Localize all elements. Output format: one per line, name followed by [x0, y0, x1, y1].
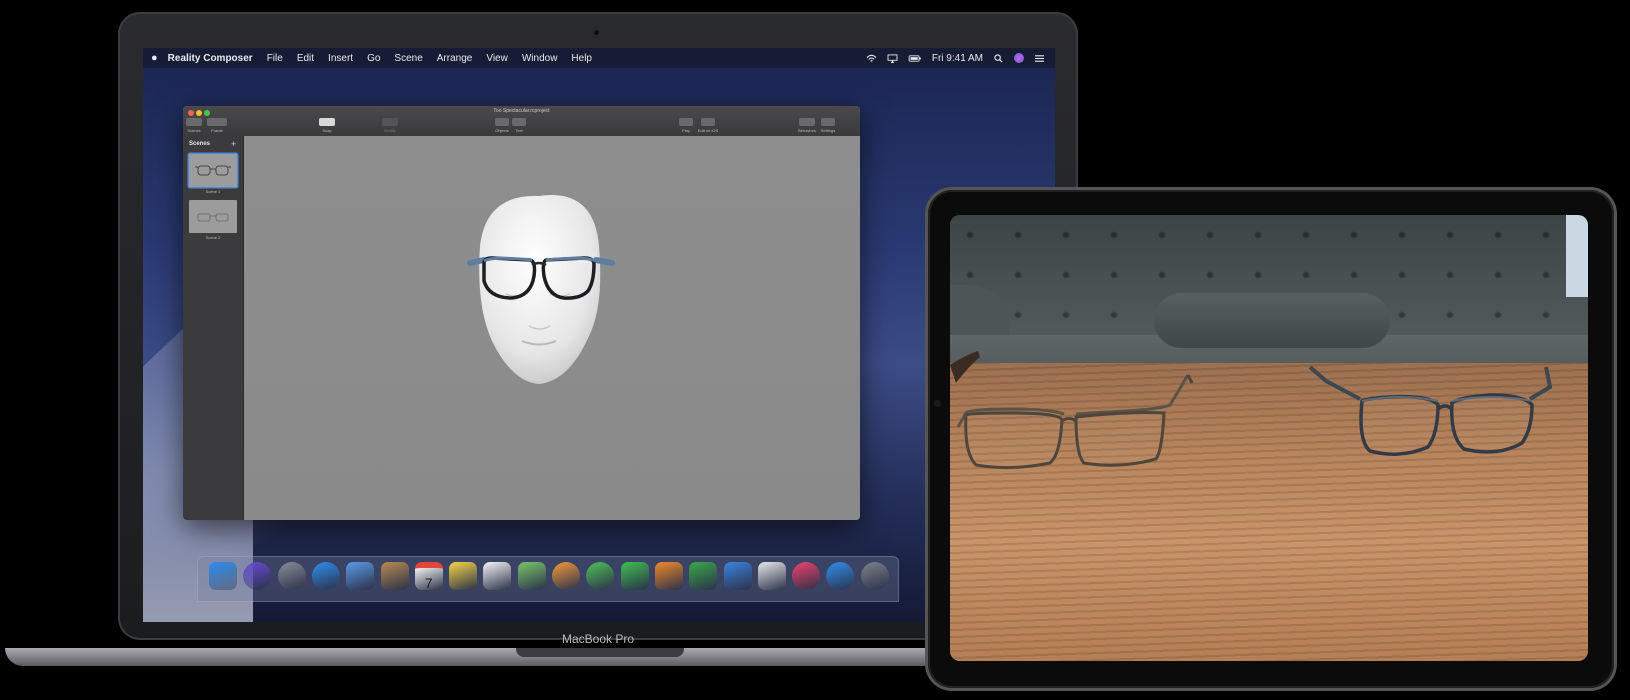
scenes-sidebar: Scenes + Scene 1 Scene 2 [183, 136, 244, 520]
pages-icon[interactable] [654, 562, 683, 590]
scenes-toggle-button[interactable] [186, 118, 202, 126]
mail-icon[interactable] [346, 562, 375, 590]
scene-thumbnail-1[interactable] [189, 154, 237, 187]
snap-label: Snap [322, 128, 332, 133]
notification-center-icon[interactable] [1034, 54, 1045, 63]
add-scene-button[interactable]: + [231, 139, 236, 149]
notes-icon[interactable] [449, 562, 478, 590]
reality-composer-icon[interactable] [757, 562, 786, 590]
calendar-day-number: 7 [424, 575, 433, 591]
menu-file[interactable]: File [267, 53, 283, 64]
facetime-icon[interactable] [620, 562, 649, 590]
macbook-screen: ● Reality Composer File Edit Insert Go S… [143, 48, 1055, 622]
photos-icon[interactable] [552, 562, 580, 590]
ipad-ar-view[interactable] [950, 215, 1588, 661]
glasses-left[interactable] [956, 374, 1194, 470]
ar-glasses-overlay [950, 351, 1553, 470]
menu-edit[interactable]: Edit [297, 53, 314, 64]
menu-arrange[interactable]: Arrange [437, 53, 473, 64]
face-with-glasses-model[interactable] [244, 136, 860, 520]
ipad-camera [934, 400, 941, 407]
glasses-right[interactable] [1308, 365, 1553, 456]
frame-label: Frame [211, 128, 223, 133]
scenes-label: Scenes [187, 128, 201, 133]
settings-label: Settings [820, 128, 836, 133]
modify-label: Modify [384, 128, 396, 133]
settings-button[interactable] [821, 118, 835, 126]
menu-window[interactable]: Window [522, 53, 558, 64]
reality-composer-window: Too Spectacular.rcproject Scenes Frame S… [183, 106, 860, 520]
scene-viewport[interactable] [244, 136, 860, 520]
window-toolbar: Too Spectacular.rcproject Scenes Frame S… [183, 106, 860, 137]
menu-help[interactable]: Help [571, 53, 592, 64]
edit-on-ios-button[interactable] [701, 118, 715, 126]
partial-glasses-edge [950, 351, 980, 383]
system-preferences-icon[interactable] [860, 562, 889, 590]
menu-view[interactable]: View [486, 53, 508, 64]
behaviors-button[interactable] [799, 118, 815, 126]
spotlight-search-icon[interactable] [993, 53, 1004, 63]
menu-insert[interactable]: Insert [328, 53, 353, 64]
launchpad-icon[interactable] [277, 562, 306, 590]
battery-icon[interactable] [908, 54, 922, 63]
modify-button[interactable] [382, 118, 398, 126]
text-label: Text [515, 128, 523, 133]
finder-icon[interactable] [209, 562, 237, 590]
macbook-notch [516, 648, 684, 657]
keynote-icon[interactable] [723, 562, 752, 590]
apple-menu-icon[interactable]: ● [151, 52, 158, 64]
scene-2-label: Scene 2 [205, 235, 221, 240]
macbook-camera [594, 30, 599, 35]
menubar-clock[interactable]: Fri 9:41 AM [932, 53, 983, 64]
scene-1-label: Scene 1 [205, 189, 221, 194]
reminders-icon[interactable] [483, 562, 512, 590]
airplay-icon[interactable] [887, 53, 898, 63]
menu-go[interactable]: Go [367, 53, 380, 64]
glasses-thumbnail-icon [195, 165, 231, 176]
snap-button[interactable] [319, 118, 335, 126]
edit-on-ios-label: Edit on iOS [697, 128, 719, 133]
add-object-button[interactable] [495, 118, 509, 126]
numbers-icon[interactable] [689, 562, 718, 590]
play-button[interactable] [679, 118, 693, 126]
sidebar-title: Scenes [189, 141, 211, 147]
frame-button[interactable] [207, 118, 227, 126]
calendar-icon[interactable]: 7 [414, 562, 443, 591]
menu-bar: ● Reality Composer File Edit Insert Go S… [143, 48, 1055, 68]
wifi-icon[interactable] [866, 54, 877, 63]
app-menu[interactable]: Reality Composer [168, 53, 253, 64]
menu-scene[interactable]: Scene [394, 53, 422, 64]
maps-icon[interactable] [517, 562, 546, 590]
scene-thumbnail-2[interactable] [189, 200, 237, 233]
siri-menubar-icon[interactable] [1014, 53, 1024, 63]
music-icon[interactable] [792, 562, 821, 590]
safari-icon[interactable] [311, 562, 340, 590]
add-text-button[interactable] [512, 118, 526, 126]
document-title: Too Spectacular.rcproject [493, 108, 550, 114]
contacts-icon[interactable] [380, 562, 409, 590]
glasses-thumbnail-icon [197, 213, 229, 222]
